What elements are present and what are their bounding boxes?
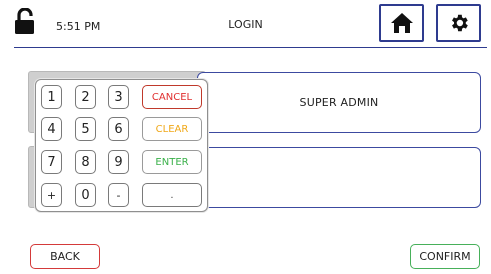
key-7[interactable]: 7 bbox=[41, 150, 62, 174]
key-4[interactable]: 4 bbox=[41, 117, 62, 141]
username-value: SUPER ADMIN bbox=[299, 96, 379, 109]
key-0[interactable]: 0 bbox=[75, 183, 96, 207]
header-divider bbox=[14, 47, 487, 48]
clear-button[interactable]: CLEAR bbox=[142, 117, 202, 141]
gear-icon bbox=[451, 14, 468, 32]
key-2[interactable]: 2 bbox=[75, 85, 96, 109]
numeric-keypad: 1 2 3 CANCEL 4 5 6 CLEAR 7 8 9 ENTER + 0… bbox=[35, 79, 208, 212]
key-9[interactable]: 9 bbox=[108, 150, 129, 174]
key-8[interactable]: 8 bbox=[75, 150, 96, 174]
key-6[interactable]: 6 bbox=[108, 117, 129, 141]
key-plus[interactable]: + bbox=[41, 183, 62, 207]
enter-button[interactable]: ENTER bbox=[142, 150, 202, 174]
cancel-button[interactable]: CANCEL bbox=[142, 85, 202, 109]
home-button[interactable] bbox=[379, 4, 424, 42]
decimal-point-key[interactable]: . bbox=[142, 183, 202, 207]
home-icon bbox=[390, 13, 413, 33]
username-field[interactable]: SUPER ADMIN bbox=[197, 72, 481, 133]
key-3[interactable]: 3 bbox=[108, 85, 129, 109]
key-1[interactable]: 1 bbox=[41, 85, 62, 109]
back-button[interactable]: BACK bbox=[30, 244, 100, 269]
password-field[interactable] bbox=[197, 147, 481, 208]
key-minus[interactable]: - bbox=[108, 183, 129, 207]
confirm-button[interactable]: CONFIRM bbox=[410, 244, 480, 269]
settings-button[interactable] bbox=[436, 4, 481, 42]
key-5[interactable]: 5 bbox=[75, 117, 96, 141]
